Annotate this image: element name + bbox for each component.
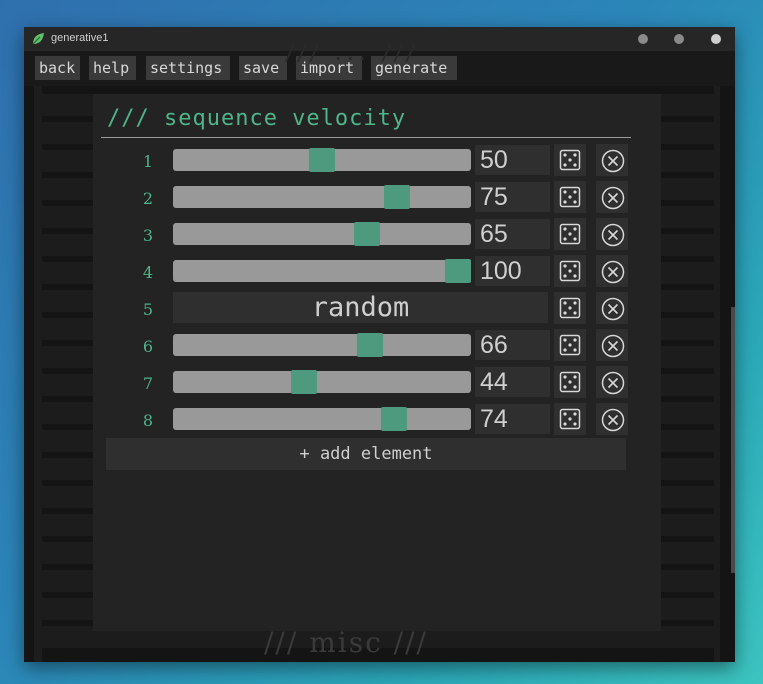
velocity-slider[interactable] — [173, 185, 471, 209]
close-circle-icon — [601, 371, 625, 395]
velocity-row: 1 50 — [93, 144, 661, 176]
row-index: 4 — [142, 263, 154, 282]
velocity-row: 5 random — [93, 292, 661, 324]
settings-button[interactable]: settings — [146, 56, 230, 80]
slider-thumb[interactable] — [353, 222, 380, 246]
slider-thumb[interactable] — [380, 407, 407, 431]
random-value-field[interactable]: random — [173, 292, 548, 323]
close-circle-icon — [601, 334, 625, 358]
slider-thumb[interactable] — [309, 148, 335, 172]
row-index: 8 — [142, 411, 154, 430]
close-circle-icon — [601, 260, 625, 284]
remove-button[interactable] — [596, 218, 628, 250]
sequence-velocity-panel: /// sequence velocity 1 50 2 75 3 65 4 1… — [93, 94, 661, 631]
dice-icon — [559, 297, 581, 319]
background-section-label: /// ... /// — [284, 41, 417, 65]
row-index: 5 — [142, 300, 154, 319]
row-index: 3 — [142, 226, 154, 245]
randomize-button[interactable] — [554, 144, 586, 176]
back-button[interactable]: back — [35, 56, 80, 80]
add-element-button[interactable]: + add element — [106, 438, 626, 470]
row-index: 6 — [142, 337, 154, 356]
velocity-row: 3 65 — [93, 218, 661, 250]
velocity-slider[interactable] — [173, 259, 471, 283]
remove-button[interactable] — [596, 292, 628, 324]
remove-button[interactable] — [596, 255, 628, 287]
slider-thumb[interactable] — [356, 333, 383, 357]
close-circle-icon — [601, 149, 625, 173]
close-circle-icon — [601, 297, 625, 321]
slider-thumb[interactable] — [445, 259, 471, 283]
panel-title: /// sequence velocity — [107, 106, 407, 131]
remove-button[interactable] — [596, 366, 628, 398]
velocity-row: 7 44 — [93, 366, 661, 398]
randomize-button[interactable] — [554, 403, 586, 435]
velocity-slider[interactable] — [173, 148, 471, 172]
dice-icon — [559, 149, 581, 171]
randomize-button[interactable] — [554, 181, 586, 213]
close-button[interactable] — [711, 34, 721, 44]
velocity-slider[interactable] — [173, 222, 471, 246]
velocity-value[interactable]: 75 — [475, 182, 550, 212]
randomize-button[interactable] — [554, 292, 586, 324]
dice-icon — [559, 260, 581, 282]
velocity-row: 8 74 — [93, 403, 661, 435]
velocity-value[interactable]: 65 — [475, 219, 550, 249]
velocity-row: 2 75 — [93, 181, 661, 213]
dice-icon — [559, 371, 581, 393]
row-index: 2 — [142, 189, 154, 208]
velocity-value[interactable]: 44 — [475, 367, 550, 397]
close-circle-icon — [601, 223, 625, 247]
randomize-button[interactable] — [554, 255, 586, 287]
velocity-value[interactable]: 50 — [475, 145, 550, 175]
window-title: generative1 — [51, 32, 109, 44]
save-button[interactable]: save — [239, 56, 287, 80]
row-index: 7 — [142, 374, 154, 393]
remove-button[interactable] — [596, 181, 628, 213]
app-window: generative1 back help settings save impo… — [24, 27, 735, 662]
slider-thumb[interactable] — [383, 185, 410, 209]
remove-button[interactable] — [596, 403, 628, 435]
velocity-row: 6 66 — [93, 329, 661, 361]
randomize-button[interactable] — [554, 366, 586, 398]
leaf-icon — [32, 33, 44, 45]
remove-button[interactable] — [596, 144, 628, 176]
randomize-button[interactable] — [554, 329, 586, 361]
close-circle-icon — [601, 408, 625, 432]
dice-icon — [559, 223, 581, 245]
velocity-value[interactable]: 100 — [475, 256, 550, 286]
help-button[interactable]: help — [89, 56, 136, 80]
velocity-value[interactable]: 66 — [475, 330, 550, 360]
randomize-button[interactable] — [554, 218, 586, 250]
velocity-slider[interactable] — [173, 333, 471, 357]
velocity-slider[interactable] — [173, 407, 471, 431]
maximize-button[interactable] — [674, 34, 684, 44]
slider-thumb[interactable] — [291, 370, 318, 394]
velocity-slider[interactable] — [173, 370, 471, 394]
title-divider — [101, 137, 631, 138]
minimize-button[interactable] — [638, 34, 648, 44]
row-index: 1 — [142, 152, 154, 171]
dice-icon — [559, 186, 581, 208]
velocity-row: 4 100 — [93, 255, 661, 287]
velocity-value[interactable]: 74 — [475, 404, 550, 434]
dice-icon — [559, 334, 581, 356]
remove-button[interactable] — [596, 329, 628, 361]
scrollbar[interactable] — [731, 307, 735, 573]
close-circle-icon — [601, 186, 625, 210]
dice-icon — [559, 408, 581, 430]
